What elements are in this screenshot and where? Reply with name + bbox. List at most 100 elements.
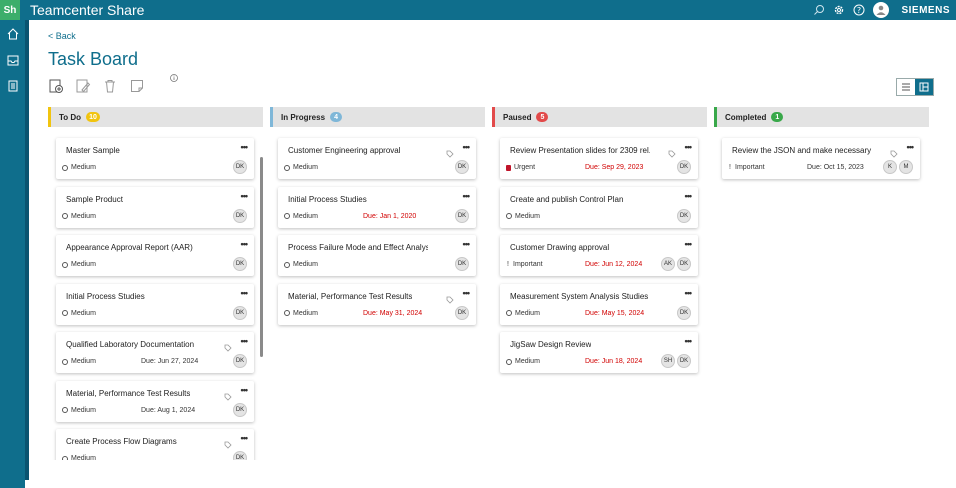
avatar[interactable]: DK (233, 208, 247, 223)
rail-divider (25, 20, 29, 480)
help-icon[interactable]: ? (853, 4, 865, 16)
priority-indicator: Medium (284, 310, 318, 317)
avatar[interactable]: AK (661, 257, 675, 271)
avatar[interactable]: DK (455, 160, 469, 174)
home-icon[interactable] (0, 22, 25, 46)
delete-icon[interactable] (102, 78, 118, 94)
more-options-icon[interactable]: ••• (685, 288, 693, 298)
priority-label: Medium (71, 406, 96, 414)
column-body[interactable]: Customer Engineering approval ••• Medium DK… (270, 127, 485, 460)
task-card[interactable]: Initial Process Studies ••• Medium DK (56, 283, 254, 325)
gear-icon[interactable] (833, 4, 845, 16)
column-body[interactable]: Review Presentation slides for 2309 rel.… (492, 127, 707, 460)
list-view-button[interactable] (897, 79, 915, 95)
more-options-icon[interactable]: ••• (463, 142, 471, 152)
more-options-icon[interactable]: ••• (241, 288, 249, 298)
avatar[interactable]: SH (661, 354, 675, 368)
avatar[interactable]: DK (233, 402, 247, 417)
more-options-icon[interactable]: ••• (685, 142, 693, 152)
task-title: Initial Process Studies (66, 291, 145, 301)
due-date: Due: Aug 1, 2024 (141, 406, 196, 414)
more-options-icon[interactable]: ••• (463, 288, 471, 298)
task-card[interactable]: Measurement System Analysis Studies ••• Me… (500, 283, 698, 325)
priority-label: Medium (293, 212, 318, 220)
more-options-icon[interactable]: ••• (241, 191, 249, 201)
info-icon[interactable] (169, 70, 179, 82)
more-options-icon[interactable]: ••• (463, 191, 471, 201)
avatar[interactable]: M (899, 160, 913, 174)
add-task-icon[interactable] (48, 78, 64, 94)
search-icon[interactable] (813, 4, 825, 16)
more-options-icon[interactable]: ••• (241, 142, 249, 152)
priority-label: Medium (71, 309, 96, 317)
edit-icon[interactable] (75, 78, 91, 94)
assignee-avatars: DK (233, 402, 247, 417)
priority-indicator: Medium (62, 455, 96, 460)
tasks-icon[interactable] (0, 74, 25, 98)
avatar[interactable]: DK (233, 257, 247, 271)
task-card[interactable]: Qualified Laboratory Documentation ••• Med… (56, 332, 254, 373)
back-link[interactable]: < Back (48, 31, 76, 41)
column-header: Completed 1 (714, 107, 929, 127)
avatar[interactable]: DK (677, 257, 691, 271)
due-date: Due: Jun 18, 2024 (585, 358, 643, 365)
column-count-badge: 4 (330, 112, 343, 122)
avatar[interactable]: DK (455, 208, 469, 223)
more-options-icon[interactable]: ••• (907, 142, 915, 152)
task-card[interactable]: Material, Performance Test Results ••• Med… (56, 380, 254, 422)
more-options-icon[interactable]: ••• (241, 239, 249, 249)
task-card[interactable]: Master Sample ••• Medium DK (56, 138, 254, 179)
task-card[interactable]: Material, Performance Test Results ••• Med… (278, 283, 476, 325)
board-view-button[interactable] (915, 79, 933, 95)
avatar[interactable]: DK (233, 160, 247, 174)
task-card[interactable]: Appearance Approval Report (AAR) ••• Mediu… (56, 235, 254, 276)
more-options-icon[interactable]: ••• (241, 433, 249, 443)
medium-priority-icon (62, 164, 68, 171)
task-card[interactable]: Create and publish Control Plan ••• Medium… (500, 186, 698, 228)
user-avatar-icon[interactable] (873, 2, 890, 18)
avatar[interactable]: DK (455, 257, 469, 271)
task-card[interactable]: JigSaw Design Review ••• Medium Due: Jun 18… (500, 332, 698, 373)
priority-label: Medium (515, 358, 540, 365)
assignee-avatars: KM (883, 160, 913, 174)
more-options-icon[interactable]: ••• (685, 239, 693, 249)
avatar[interactable]: DK (455, 305, 469, 320)
more-options-icon[interactable]: ••• (685, 191, 693, 201)
more-options-icon[interactable]: ••• (685, 336, 693, 346)
avatar[interactable]: K (883, 160, 897, 174)
assignee-avatars: DK (455, 305, 469, 320)
priority-indicator: Medium (62, 407, 96, 414)
medium-priority-icon (284, 164, 290, 171)
avatar[interactable]: DK (677, 305, 691, 320)
task-card[interactable]: Process Failure Mode and Effect Analysi.… (278, 235, 476, 276)
task-card[interactable]: Initial Process Studies ••• Medium Due: Jan… (278, 186, 476, 228)
priority-label: Important (735, 164, 765, 171)
due-date: Due: Sep 29, 2023 (585, 164, 644, 171)
medium-priority-icon (62, 455, 68, 460)
task-card[interactable]: Review Presentation slides for 2309 rel.… (500, 138, 698, 179)
more-options-icon[interactable]: ••• (463, 239, 471, 249)
note-icon[interactable] (129, 78, 145, 94)
assignee-avatars: AK DK (661, 257, 691, 271)
column-body[interactable]: Master Sample ••• Medium DK Sample Product ••… (48, 127, 263, 460)
avatar[interactable]: DK (233, 451, 247, 460)
avatar[interactable]: DK (233, 354, 247, 368)
task-title: Create and publish Control Plan (510, 194, 624, 204)
task-card[interactable]: Customer Drawing approval •••! Important Du… (500, 235, 698, 276)
task-card[interactable]: Create Process Flow Diagrams ••• Medium DK (56, 429, 254, 460)
more-options-icon[interactable]: ••• (241, 336, 249, 346)
avatar[interactable]: DK (677, 354, 691, 368)
task-card[interactable]: Sample Product ••• Medium DK (56, 186, 254, 228)
task-card[interactable]: Review the JSON and make necessary c... •… (722, 138, 920, 179)
assignee-avatars: DK (233, 354, 247, 368)
inbox-icon[interactable] (0, 48, 25, 72)
column-body[interactable]: Review the JSON and make necessary c... •… (714, 127, 929, 460)
avatar[interactable]: DK (677, 208, 691, 223)
more-options-icon[interactable]: ••• (241, 385, 249, 395)
avatar[interactable]: DK (233, 305, 247, 320)
task-card[interactable]: Customer Engineering approval ••• Medium DK (278, 138, 476, 179)
avatar[interactable]: DK (677, 160, 691, 174)
app-logo[interactable]: Sh (0, 0, 20, 20)
column-scrollbar[interactable] (260, 157, 263, 357)
assignee-avatars: SH DK (661, 354, 691, 368)
